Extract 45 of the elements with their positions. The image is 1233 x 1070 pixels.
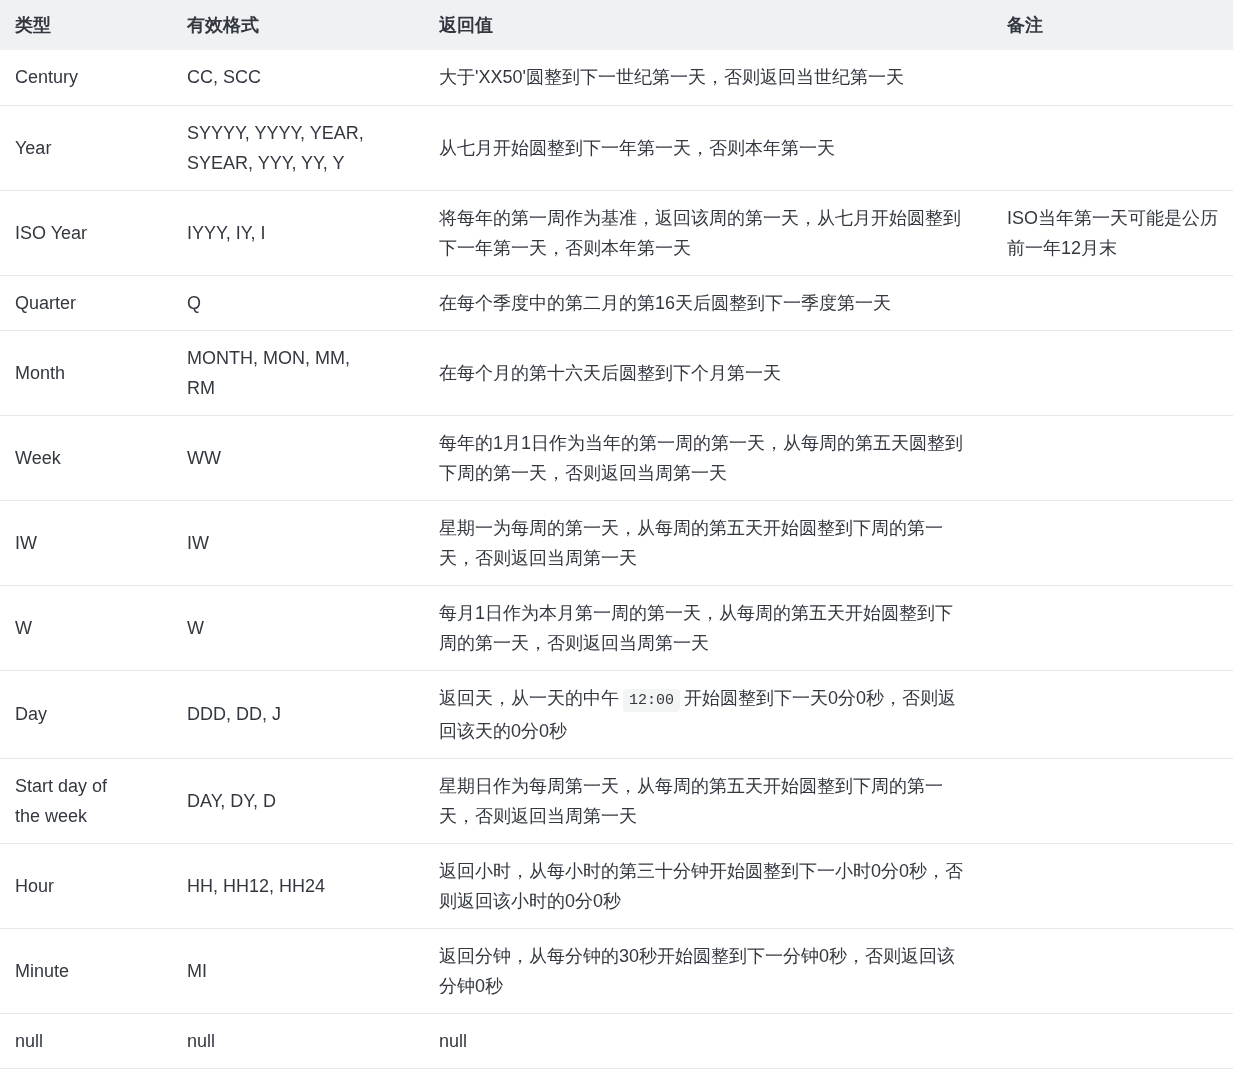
format-text: W (187, 616, 204, 640)
type-text: ISO Year (15, 221, 88, 245)
type-text: Year (15, 136, 52, 160)
column-header: 有效格式 (172, 0, 424, 50)
format-text: DDD, DD, J (187, 703, 281, 726)
return-value-text: null (439, 1029, 468, 1053)
type-text: Hour (15, 874, 54, 898)
type-text: Day (15, 703, 47, 726)
type-text: Week (15, 446, 61, 470)
column-header: 备注 (992, 0, 1233, 50)
return-value-text: 每年的1月1日作为当年的第一周的第一天，从每周的第五天圆整到下周的第一天，否则返回当周第一天 (439, 431, 964, 485)
type-text: null (15, 1029, 44, 1053)
note-text: ISO当年第一天可能是公历前一年12月末 (1007, 206, 1218, 260)
return-value-text: 星期日作为每周第一天，从每周的第五天开始圆整到下周的第一天，否则返回当周第一天 (439, 774, 944, 828)
format-text: CC, SCC (187, 66, 261, 90)
format-text: IW (187, 531, 209, 555)
format-text: IYYY, IY, I (187, 221, 266, 245)
return-value-text: 从七月开始圆整到下一年第一天，否则本年第一天 (439, 136, 835, 160)
format-text: Q (187, 291, 201, 315)
return-value-text: 大于'XX50'圆整到下一世纪第一天，否则返回当世纪第一天 (439, 66, 904, 90)
format-text: SYYYY, YYYY, YEAR, SYEAR, YYY, YY, Y (187, 121, 365, 175)
format-text: WW (187, 446, 221, 470)
return-value-text: 将每年的第一周作为基准，返回该周的第一天，从七月开始圆整到下一年第一天，否则本年第一天 (439, 206, 962, 260)
format-text: MONTH, MON, MM, RM (187, 346, 351, 400)
return-value-text: 返回小时，从每小时的第三十分钟开始圆整到下一小时0分0秒，否则返回该小时的0分0秒 (439, 859, 964, 913)
type-text: Minute (15, 959, 70, 983)
type-text: Century (15, 66, 79, 90)
type-text: Start day of the week (15, 774, 109, 828)
inline-code: 12:00 (623, 688, 680, 712)
return-value-text: 返回分钟，从每分钟的30秒开始圆整到下一分钟0秒，否则返回该分钟0秒 (439, 944, 957, 998)
return-value-text: 星期一为每周的第一天，从每周的第五天开始圆整到下周的第一天，否则返回当周第一天 (439, 516, 944, 570)
return-value-text: 在每个季度中的第二月的第16天后圆整到下一季度第一天 (439, 291, 892, 315)
format-text: null (187, 1029, 216, 1053)
column-header: 类型 (0, 0, 172, 50)
type-text: W (15, 616, 32, 640)
format-text: MI (187, 959, 207, 983)
type-text: Quarter (15, 291, 77, 315)
type-text: Month (15, 361, 66, 385)
type-text: IW (15, 531, 37, 555)
format-text: DAY, DY, D (187, 789, 277, 813)
return-value-text: 返回天，从一天的中午 12:00 开始圆整到下一天0分0秒，否则返回该天的0分0秒 (439, 686, 958, 743)
format-text: HH, HH12, HH24 (187, 874, 326, 898)
return-value-text: 在每个月的第十六天后圆整到下个月第一天 (439, 361, 781, 385)
return-value-text: 每月1日作为本月第一周的第一天，从每周的第五天开始圆整到下周的第一天，否则返回当周第一天 (439, 601, 954, 655)
column-header: 返回值 (424, 0, 992, 50)
